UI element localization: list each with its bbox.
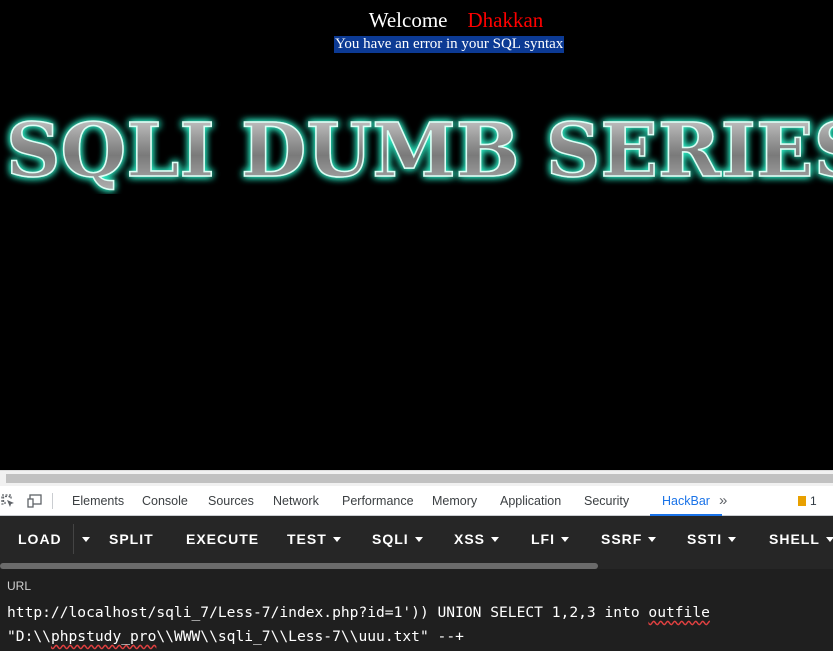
tab-elements[interactable]: Elements bbox=[72, 486, 124, 515]
ssrf-menu-button[interactable]: SSRF bbox=[601, 516, 657, 562]
banner-text: SQLI DUMB SERIES bbox=[6, 108, 833, 194]
url-line1-misspelled-word: outfile bbox=[648, 604, 710, 621]
issues-count: 1 bbox=[810, 494, 817, 508]
tab-hackbar-label: HackBar bbox=[662, 494, 710, 508]
tab-hackbar[interactable]: HackBar bbox=[650, 486, 722, 516]
lfi-menu-button[interactable]: LFI bbox=[531, 516, 569, 562]
user-name: Dhakkan bbox=[467, 8, 544, 32]
url-line2-prefix: "D:\\ bbox=[7, 628, 51, 645]
url-panel: URL http://localhost/sqli_7/Less-7/index… bbox=[0, 569, 833, 651]
sqli-menu-button[interactable]: SQLI bbox=[372, 516, 423, 562]
load-button[interactable]: LOAD bbox=[18, 516, 62, 562]
load-dropdown-button[interactable] bbox=[76, 516, 90, 562]
caret-down-icon bbox=[561, 537, 569, 542]
caret-down-icon bbox=[332, 537, 341, 542]
tab-performance[interactable]: Performance bbox=[342, 486, 414, 515]
tab-application[interactable]: Application bbox=[500, 486, 561, 515]
issues-counter[interactable]: 1 bbox=[798, 486, 817, 515]
tab-console[interactable]: Console bbox=[142, 486, 188, 515]
page-horizontal-scrollbar[interactable] bbox=[0, 470, 833, 486]
sql-error-message: You have an error in your SQL syntax bbox=[334, 36, 565, 53]
caret-down-icon bbox=[414, 537, 423, 542]
url-line2-misspelled-word: phpstudy_pro bbox=[50, 628, 157, 645]
page-viewport: Welcome Dhakkan You have an error in your… bbox=[0, 0, 833, 470]
load-dropdown-divider bbox=[73, 524, 74, 554]
test-menu-button[interactable]: TEST bbox=[287, 516, 341, 562]
caret-down-icon bbox=[648, 537, 657, 542]
shell-menu-button[interactable]: SHELL bbox=[769, 516, 833, 562]
ssti-menu-label: SSTI bbox=[687, 531, 723, 547]
shell-menu-label: SHELL bbox=[769, 531, 820, 547]
url-textarea[interactable]: http://localhost/sqli_7/Less-7/index.php… bbox=[7, 601, 833, 649]
xss-menu-label: XSS bbox=[454, 531, 486, 547]
ssrf-menu-label: SSRF bbox=[601, 531, 643, 547]
split-button[interactable]: SPLIT bbox=[109, 516, 154, 562]
toolbar-divider bbox=[52, 493, 53, 509]
issue-flag-icon bbox=[798, 496, 806, 506]
caret-down-icon bbox=[82, 537, 90, 542]
caret-down-icon bbox=[728, 537, 737, 542]
caret-down-icon bbox=[825, 537, 833, 542]
url-line2-suffix: \\WWW\\sqli_7\\Less-7\\uuu.txt" --+ bbox=[156, 628, 464, 645]
caret-down-icon bbox=[491, 537, 500, 542]
xss-menu-button[interactable]: XSS bbox=[454, 516, 500, 562]
devtools-tab-bar: Elements Console Sources Network Perform… bbox=[0, 486, 833, 516]
hackbar-toolbar: LOAD SPLIT EXECUTE TEST SQLI XSS LFI SSR… bbox=[0, 516, 833, 569]
url-label: URL bbox=[7, 579, 32, 593]
device-toolbar-icon[interactable] bbox=[27, 493, 43, 509]
tab-sources[interactable]: Sources bbox=[208, 486, 254, 515]
url-line1-prefix: http://localhost/sqli_7/Less-7/index.php… bbox=[7, 604, 649, 621]
execute-button[interactable]: EXECUTE bbox=[186, 516, 259, 562]
welcome-line: Welcome Dhakkan bbox=[0, 8, 833, 33]
ssti-menu-button[interactable]: SSTI bbox=[687, 516, 737, 562]
tab-memory[interactable]: Memory bbox=[432, 486, 477, 515]
lfi-menu-label: LFI bbox=[531, 531, 555, 547]
welcome-label: Welcome bbox=[368, 8, 448, 32]
more-tabs-chevron-icon[interactable]: » bbox=[719, 486, 727, 515]
tab-security[interactable]: Security bbox=[584, 486, 629, 515]
test-menu-label: TEST bbox=[287, 531, 327, 547]
inspect-element-icon[interactable] bbox=[0, 493, 16, 509]
scrollbar-thumb[interactable] bbox=[6, 474, 833, 483]
tab-network[interactable]: Network bbox=[273, 486, 319, 515]
sqli-dumb-series-banner: SQLI DUMB SERIES bbox=[5, 107, 833, 194]
sqli-menu-label: SQLI bbox=[372, 531, 409, 547]
